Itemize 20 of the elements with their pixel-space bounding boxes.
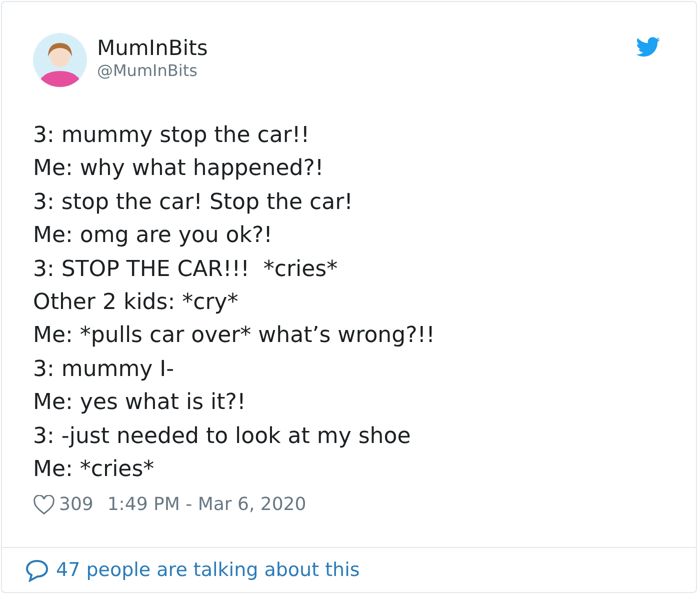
tweet-text-line: 3: -just needed to look at my shoe (33, 422, 411, 451)
tweet-text-line: Other 2 kids: *cry* (33, 289, 238, 318)
tweet-text-line: 3: stop the car! Stop the car! (33, 188, 353, 217)
tweet-text-line: 3: STOP THE CAR!!! *cries* (33, 256, 338, 284)
author-name[interactable]: MumInBits (97, 35, 208, 61)
conversation-link[interactable]: 47 people are talking about this (56, 559, 360, 581)
tweet-text-line: 3: mummy stop the car!! (33, 122, 310, 150)
tweet-text-line: Me: *pulls car over* what’s wrong?!! (33, 322, 435, 350)
heart-icon[interactable] (33, 494, 55, 515)
like-count: 309 (59, 494, 94, 516)
author-handle[interactable]: @MumInBits (97, 61, 198, 81)
tweet-text-line: Me: yes what is it?! (33, 389, 246, 418)
bird-icon[interactable] (636, 37, 660, 57)
speech-bubble-icon[interactable] (25, 558, 49, 582)
tweet-timestamp[interactable]: 1:49 PM - Mar 6, 2020 (107, 494, 306, 516)
avatar-icon (33, 33, 87, 87)
tweet-text-line: Me: *cries* (33, 456, 154, 484)
tweet-text-line: Me: omg are you ok?! (33, 222, 272, 250)
tweet-text-line: 3: mummy I- (33, 356, 174, 384)
tweet-text-line: Me: why what happened?! (33, 155, 324, 184)
